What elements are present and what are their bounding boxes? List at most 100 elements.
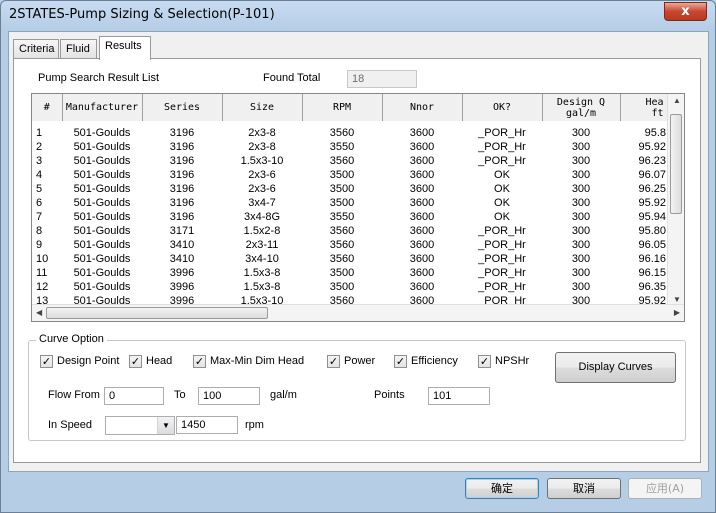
table-cell: 3196 [169, 210, 195, 223]
checkbox-label-max-min-dim-head[interactable]: Max-Min Dim Head [210, 355, 304, 367]
speed-unit-select[interactable]: ▼ [105, 416, 175, 435]
table-cell: 9 [36, 238, 43, 251]
table-cell: 3550 [329, 140, 355, 153]
in-speed-label: In Speed [48, 419, 93, 431]
table-cell: 3560 [329, 224, 355, 237]
chevron-down-icon[interactable]: ▼ [157, 417, 174, 434]
col-header-nnor[interactable]: Nnor [382, 94, 463, 125]
title-bar[interactable]: 2STATES-Pump Sizing & Selection(P-101) x [1, 1, 715, 31]
ok-button[interactable]: 确定 [465, 478, 539, 499]
display-curves-button[interactable]: Display Curves [555, 352, 676, 383]
apply-button[interactable]: 应用(A) [628, 478, 702, 499]
table-row[interactable]: 4 501-Goulds 3196 2x3-6 3500 3600 OK 300 96.07 [32, 168, 670, 182]
table-cell: 96.07 [638, 168, 666, 181]
tab-results[interactable]: Results [99, 36, 151, 60]
table-cell: 501-Goulds [73, 252, 131, 265]
table-cell: 3560 [329, 154, 355, 167]
table-row[interactable]: 6 501-Goulds 3196 3x4-7 3500 3600 OK 300 95.92 [32, 196, 670, 210]
table-cell: 3996 [169, 280, 195, 293]
points-input[interactable]: 101 [428, 387, 490, 405]
table-cell: 12 [36, 280, 49, 293]
scroll-up-icon[interactable]: ▲ [673, 96, 681, 105]
check-mark-icon: ✓ [328, 355, 339, 368]
table-cell: 6 [36, 196, 43, 209]
scroll-left-icon[interactable]: ◀ [36, 308, 42, 317]
checkbox-design-point[interactable]: ✓ [40, 355, 53, 368]
table-row[interactable]: 8 501-Goulds 3171 1.5x2-8 3560 3600 _POR_Hr 300… [32, 224, 670, 238]
table-cell: 3600 [409, 210, 435, 223]
checkbox-label-head[interactable]: Head [146, 355, 172, 367]
checkbox-npshr[interactable]: ✓ [478, 355, 491, 368]
table-cell: 3x4-10 [245, 252, 279, 265]
table-cell: 96.25 [638, 182, 666, 195]
col-header-ok[interactable]: OK? [462, 94, 543, 125]
flow-from-input[interactable]: 0 [104, 387, 164, 405]
table-row[interactable]: 9 501-Goulds 3410 2x3-11 3560 3600 _POR_Hr 300 9… [32, 238, 670, 252]
scroll-down-icon[interactable]: ▼ [673, 295, 681, 304]
table-row[interactable]: 10 501-Goulds 3410 3x4-10 3560 3600 _POR_Hr 300… [32, 252, 670, 266]
table-row[interactable]: 1 501-Goulds 3196 2x3-8 3560 3600 _POR_Hr 300 95… [32, 124, 670, 140]
grid-horizontal-scrollbar[interactable]: ◀ ▶ [32, 304, 684, 321]
checkbox-label-power[interactable]: Power [344, 355, 375, 367]
table-cell: 96.15 [638, 266, 666, 279]
table-cell: 3500 [329, 182, 355, 195]
table-row[interactable]: 3 501-Goulds 3196 1.5x3-10 3560 3600 _POR_Hr 30… [32, 154, 670, 168]
table-row[interactable]: 7 501-Goulds 3196 3x4-8G 3550 3600 OK 300 95.94 [32, 210, 670, 224]
checkbox-label-design-point[interactable]: Design Point [57, 355, 119, 367]
table-row[interactable]: 5 501-Goulds 3196 2x3-6 3500 3600 OK 300 96.25 [32, 182, 670, 196]
table-cell: 3600 [409, 280, 435, 293]
col-header-index[interactable]: # [32, 94, 63, 125]
tab-criteria[interactable]: Criteria [13, 39, 59, 59]
table-cell: 95.92 [638, 196, 666, 209]
table-cell: 96.05 [638, 238, 666, 251]
table-row[interactable]: 11 501-Goulds 3996 1.5x3-8 3500 3600 _POR_Hr 30… [32, 266, 670, 280]
col-header-design-q[interactable]: Design Q gal/m [542, 94, 621, 125]
table-cell: 3 [36, 154, 43, 167]
speed-input[interactable]: 1450 [176, 416, 238, 434]
table-cell: _POR_Hr [478, 154, 526, 167]
flow-to-input[interactable]: 100 [198, 387, 260, 405]
col-header-series[interactable]: Series [142, 94, 223, 125]
table-cell: 3600 [409, 252, 435, 265]
table-cell: 2x3-8 [248, 140, 276, 153]
table-cell: 501-Goulds [73, 210, 131, 223]
scroll-right-icon[interactable]: ▶ [674, 308, 680, 317]
table-cell: 3600 [409, 154, 435, 167]
table-cell: 96.23 [638, 154, 666, 167]
table-cell: 501-Goulds [73, 168, 131, 181]
tab-fluid[interactable]: Fluid [60, 39, 97, 59]
checkbox-label-efficiency[interactable]: Efficiency [411, 355, 458, 367]
cancel-button[interactable]: 取消 [547, 478, 621, 499]
checkbox-label-npshr[interactable]: NPSHr [495, 355, 529, 367]
table-cell: _POR_Hr [478, 280, 526, 293]
grid-vertical-scrollbar[interactable]: ▲ ▼ [667, 94, 684, 306]
pump-search-result-label: Pump Search Result List [38, 72, 160, 84]
col-header-manufacturer[interactable]: Manufacturer [62, 94, 143, 125]
col-header-size[interactable]: Size [222, 94, 303, 125]
table-cell: 3560 [329, 127, 355, 139]
table-cell: _POR_Hr [478, 252, 526, 265]
table-cell: 300 [571, 280, 591, 293]
horizontal-scroll-thumb[interactable] [46, 307, 268, 319]
table-cell: 501-Goulds [73, 280, 131, 293]
checkbox-head[interactable]: ✓ [129, 355, 142, 368]
table-cell: 8 [36, 224, 43, 237]
table-row[interactable]: 2 501-Goulds 3196 2x3-8 3550 3600 _POR_Hr 300 95… [32, 140, 670, 154]
table-cell: 3410 [169, 238, 195, 251]
checkbox-efficiency[interactable]: ✓ [394, 355, 407, 368]
table-cell: 3600 [409, 140, 435, 153]
table-cell: 3196 [169, 196, 195, 209]
close-button[interactable]: x [664, 2, 707, 21]
vertical-scroll-thumb[interactable] [670, 114, 682, 214]
col-header-rpm[interactable]: RPM [302, 94, 383, 125]
table-cell: 3196 [169, 140, 195, 153]
results-grid[interactable]: # Manufacturer Series Size RPM Nnor OK? … [31, 93, 685, 322]
table-cell: 3196 [169, 182, 195, 195]
checkbox-power[interactable]: ✓ [327, 355, 340, 368]
table-cell: 2x3-6 [248, 168, 276, 181]
table-row[interactable]: 12 501-Goulds 3996 1.5x3-8 3500 3600 _POR_Hr 30… [32, 280, 670, 294]
table-cell: 501-Goulds [73, 182, 131, 195]
checkbox-max-min-dim-head[interactable]: ✓ [193, 355, 206, 368]
col-header-head[interactable]: Hea ft [620, 94, 671, 125]
table-cell: OK [494, 182, 510, 195]
